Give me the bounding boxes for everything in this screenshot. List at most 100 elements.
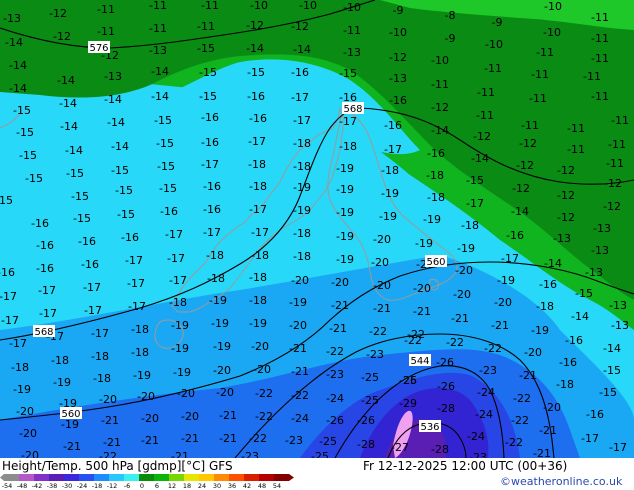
- temperature-label: -11: [201, 0, 219, 12]
- temperature-label: -17: [609, 441, 627, 454]
- color-scale-swatch: [229, 474, 244, 481]
- temperature-label: -26: [399, 374, 417, 387]
- temperature-label: -16: [203, 180, 221, 193]
- temperature-label: -11: [536, 46, 554, 59]
- temperature-label: -15: [71, 190, 89, 203]
- temperature-label: -19: [171, 342, 189, 355]
- temperature-label: -14: [471, 152, 489, 165]
- temperature-label: -20: [16, 405, 34, 418]
- temperature-label: -9: [445, 32, 456, 45]
- temperature-label: -18: [206, 249, 224, 262]
- svg-text:568: 568: [343, 104, 362, 115]
- temperature-label: -14: [57, 74, 75, 87]
- color-scale: -54 -48 -42 -38 -30 -24 -18 -12 -6 0 6 12 18 24 30 36 42…: [0, 474, 294, 490]
- temperature-label: -17: [169, 274, 187, 287]
- temperature-label: -10: [299, 0, 317, 12]
- color-scale-tick: -48: [17, 482, 28, 490]
- temperature-label: -13: [553, 232, 571, 245]
- temperature-label: -14: [603, 342, 621, 355]
- color-scale-swatch: [154, 474, 169, 481]
- temperature-label: -13: [591, 244, 609, 257]
- temperature-label: -17: [9, 337, 27, 350]
- temperature-label: -17: [125, 254, 143, 267]
- temperature-label: -16: [427, 147, 445, 160]
- temperature-label: -21: [451, 312, 469, 325]
- temperature-label: -14: [246, 42, 264, 55]
- temperature-label: -19: [336, 206, 354, 219]
- temperature-label: -24: [477, 386, 495, 399]
- temperature-label: -13: [3, 12, 21, 25]
- temperature-label: -17: [0, 290, 17, 303]
- temperature-label: -17: [38, 284, 56, 297]
- temperature-label: -16: [160, 205, 178, 218]
- temperature-label: -13: [609, 299, 627, 312]
- temperature-label: -12: [557, 189, 575, 202]
- temperature-label: -23: [241, 450, 259, 458]
- temperature-label: -19: [209, 294, 227, 307]
- temperature-label: -16: [121, 231, 139, 244]
- temperature-label: -18: [248, 158, 266, 171]
- temperature-label: -20: [141, 412, 159, 425]
- temperature-label: -16: [559, 356, 577, 369]
- temperature-label: -23: [366, 348, 384, 361]
- temperature-label: -17: [384, 143, 402, 156]
- temperature-label: -16: [389, 94, 407, 107]
- temperature-label: -14: [111, 140, 129, 153]
- temperature-label: -12: [431, 101, 449, 114]
- temperature-label: -15: [159, 182, 177, 195]
- temperature-label: -21: [101, 414, 119, 427]
- temperature-label: -20: [137, 390, 155, 403]
- temperature-label: -11: [591, 32, 609, 45]
- color-scale-swatch: [49, 474, 64, 481]
- temperature-label: -23: [479, 364, 497, 377]
- temperature-label: -11: [197, 20, 215, 33]
- temperature-label: -10: [485, 38, 503, 51]
- temperature-label: -21: [219, 409, 237, 422]
- temperature-label: -22: [291, 389, 309, 402]
- temperature-label: -15: [575, 287, 593, 300]
- temperature-label: -11: [591, 52, 609, 65]
- temperature-label: -17: [339, 115, 357, 128]
- credit-link[interactable]: ©weatheronline.co.uk: [500, 475, 622, 488]
- temperature-label: -15: [247, 66, 265, 79]
- temperature-label: -18: [427, 191, 445, 204]
- color-scale-tick: -38: [47, 482, 58, 490]
- temperature-label: -16: [565, 334, 583, 347]
- temperature-label: -11: [567, 143, 585, 156]
- temperature-label: -20: [291, 274, 309, 287]
- temperature-label: -16: [291, 66, 309, 79]
- temperature-label: -21: [219, 432, 237, 445]
- temperature-label: -22: [99, 450, 117, 458]
- temperature-label: -18: [249, 294, 267, 307]
- temperature-label: -16: [81, 258, 99, 271]
- temperature-label: -18: [293, 250, 311, 263]
- temperature-label: -10: [544, 0, 562, 13]
- temperature-label: -25: [361, 371, 379, 384]
- temperature-label: -21: [519, 369, 537, 382]
- temperature-label: -14: [59, 97, 77, 110]
- temperature-label: -20: [455, 264, 473, 277]
- temperature-label: -16: [203, 203, 221, 216]
- temperature-label: -19: [293, 181, 311, 194]
- color-scale-tick: 48: [258, 482, 266, 490]
- temperature-label: -21: [103, 436, 121, 449]
- temperature-label: -17: [91, 327, 109, 340]
- temperature-label: -18: [461, 219, 479, 232]
- temperature-label: -19: [336, 230, 354, 243]
- temperature-label: -22: [326, 345, 344, 358]
- temperature-label: -26: [357, 414, 375, 427]
- temperature-label: -14: [104, 93, 122, 106]
- temperature-label: -12: [53, 30, 71, 43]
- temperature-label: -15: [66, 167, 84, 180]
- temperature-label: -18: [93, 372, 111, 385]
- color-scale-swatch: [199, 474, 214, 481]
- height-label: 560: [60, 407, 82, 420]
- temperature-label: -11: [591, 90, 609, 103]
- temperature-label: -28: [437, 402, 455, 415]
- temperature-label: -20: [213, 364, 231, 377]
- temperature-label: -20: [177, 387, 195, 400]
- temperature-label: -25: [361, 394, 379, 407]
- temperature-label: -13: [104, 70, 122, 83]
- temperature-label: -18: [426, 169, 444, 182]
- temperature-label: -15: [25, 172, 43, 185]
